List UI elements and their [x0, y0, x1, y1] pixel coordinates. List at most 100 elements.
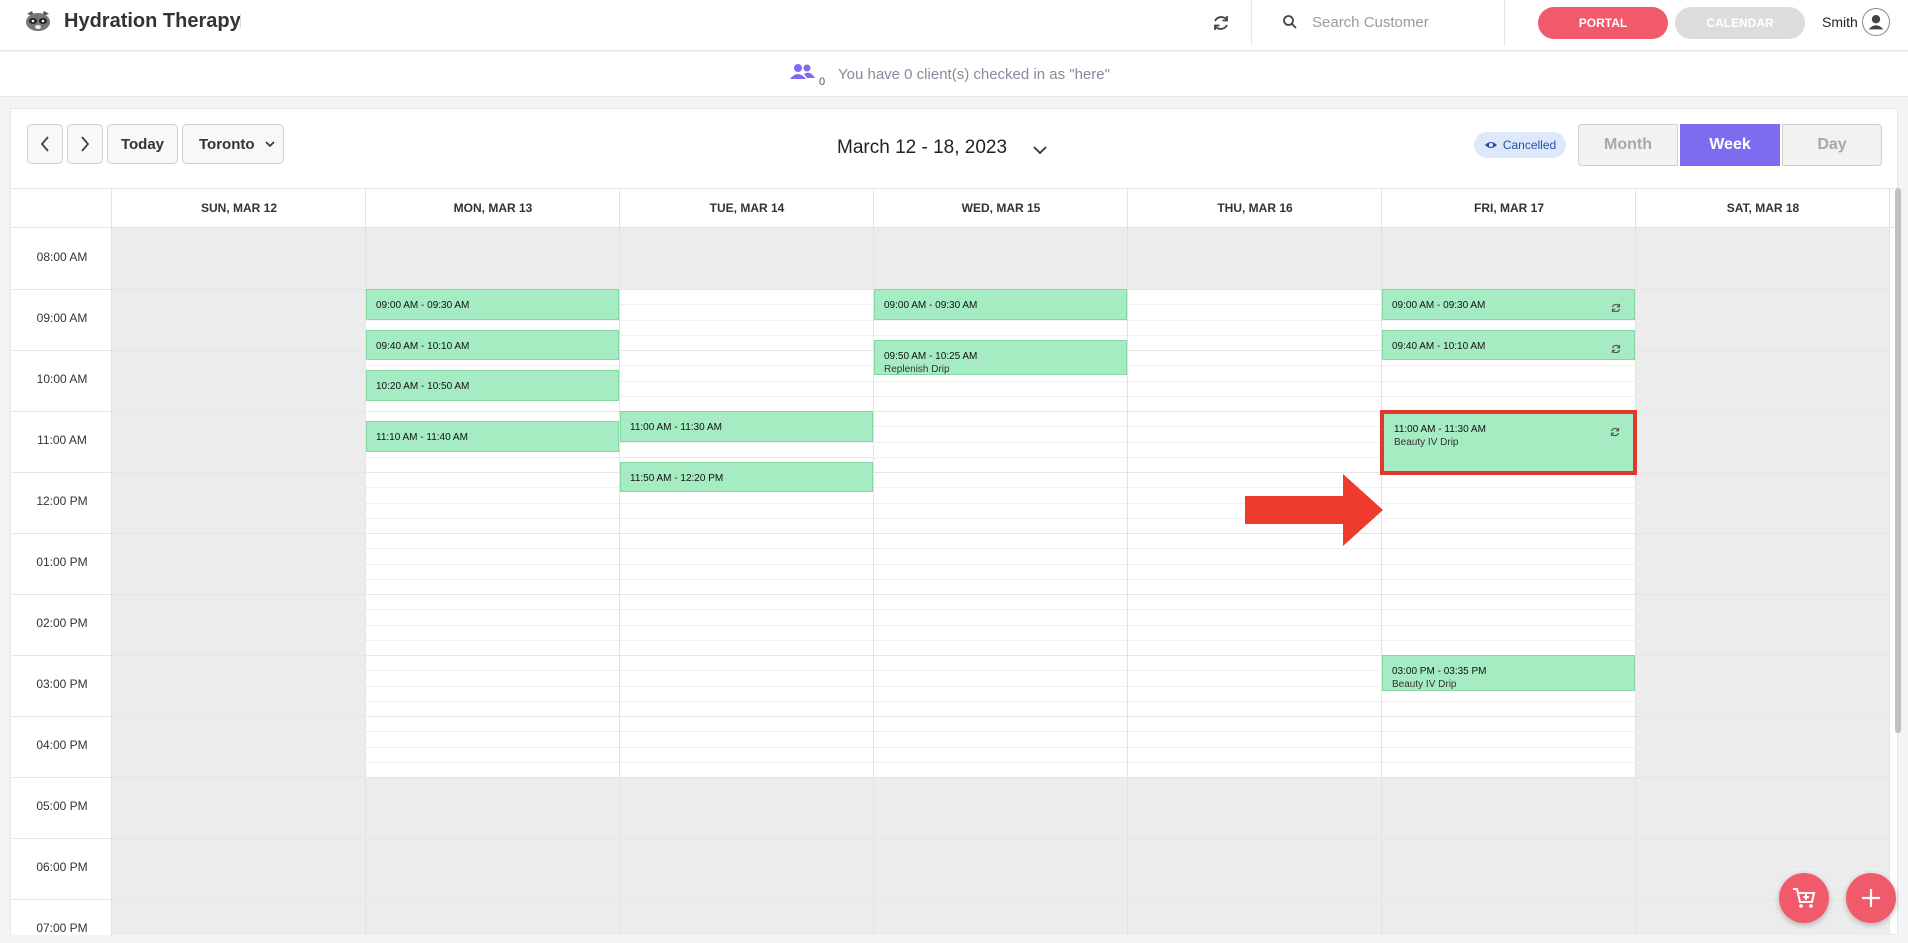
- slot-line: [1128, 442, 1381, 443]
- slot-line: [1128, 747, 1381, 748]
- slot-line: [620, 381, 873, 382]
- slot-line: [366, 686, 619, 687]
- appointment[interactable]: 09:40 AM - 10:10 AM: [1382, 329, 1635, 361]
- day-column[interactable]: [620, 228, 874, 935]
- today-button[interactable]: Today: [107, 124, 178, 164]
- slot-line: [112, 457, 365, 458]
- slot-line: [1128, 853, 1381, 854]
- portal-button[interactable]: PORTAL: [1538, 7, 1668, 39]
- slot-line: [1128, 777, 1381, 778]
- appointment[interactable]: 10:20 AM - 10:50 AM: [366, 370, 619, 401]
- add-to-cart-button[interactable]: [1779, 873, 1829, 923]
- date-range: March 12 - 18, 2023: [837, 137, 1008, 158]
- slot-line: [1382, 777, 1635, 778]
- slot-line: [620, 274, 873, 275]
- day-column[interactable]: [1128, 228, 1382, 935]
- appointment-time: 03:00 PM - 03:35 PM: [1392, 666, 1487, 677]
- appointment[interactable]: 09:00 AM - 09:30 AM: [366, 289, 619, 320]
- slot-line: [112, 747, 365, 748]
- slot-line: [1128, 426, 1381, 427]
- top-bar: Hydration Therapy PORTAL CALENDAR Smith: [0, 0, 1908, 51]
- appointment-time: 11:10 AM - 11:40 AM: [376, 432, 468, 444]
- slot-line: [1128, 731, 1381, 732]
- slot-line: [620, 533, 873, 534]
- slot-line: [874, 579, 1127, 580]
- slot-line: [1636, 625, 1889, 626]
- appointment-service: Replenish Drip: [884, 363, 950, 375]
- day-header: WED, MAR 15: [961, 201, 1041, 215]
- view-day-button[interactable]: Day: [1782, 124, 1882, 166]
- slot-line: [874, 259, 1127, 260]
- slot-line: [874, 625, 1127, 626]
- slot-line: [1636, 731, 1889, 732]
- slot-line: [366, 564, 619, 565]
- appointment[interactable]: 09:40 AM - 10:10 AM: [366, 329, 619, 361]
- slot-line: [874, 838, 1127, 839]
- slot-line: [1636, 320, 1889, 321]
- slot-line: [1636, 457, 1889, 458]
- slot-line: [620, 609, 873, 610]
- user-avatar-icon[interactable]: [1862, 8, 1890, 36]
- add-appointment-button[interactable]: [1846, 873, 1896, 923]
- cancelled-toggle[interactable]: Cancelled: [1474, 132, 1566, 158]
- slot-line: [1128, 335, 1381, 336]
- appointment[interactable]: 11:00 AM - 11:30 AM: [620, 411, 873, 442]
- slot-line: [1636, 594, 1889, 595]
- location-select[interactable]: Toronto: [182, 124, 284, 164]
- slot-line: [112, 869, 365, 870]
- divider: [1251, 0, 1252, 46]
- slot-line: [366, 594, 619, 595]
- slot-line: [874, 792, 1127, 793]
- next-week-button[interactable]: [67, 124, 103, 164]
- view-week-button[interactable]: Week: [1680, 124, 1780, 166]
- appointment[interactable]: 09:00 AM - 09:30 AM: [874, 289, 1127, 320]
- appointment[interactable]: 11:50 AM - 12:20 PM: [620, 461, 873, 493]
- prev-week-button[interactable]: [27, 124, 63, 164]
- appointment-time: 10:20 AM - 10:50 AM: [376, 381, 470, 393]
- day-column[interactable]: [1636, 228, 1890, 935]
- scrollbar[interactable]: [1895, 188, 1901, 733]
- day-column[interactable]: [112, 228, 366, 935]
- user-name[interactable]: Smith: [1822, 14, 1858, 30]
- appointment[interactable]: 09:50 AM - 10:25 AM Replenish Drip: [874, 339, 1127, 376]
- slot-line: [620, 289, 873, 290]
- chevron-down-icon[interactable]: [1032, 142, 1048, 158]
- selected-appointment[interactable]: 11:00 AM - 11:30 AMBeauty IV DripCustome…: [1380, 410, 1637, 475]
- slot-line: [112, 304, 365, 305]
- refresh-icon[interactable]: [1210, 12, 1232, 34]
- time-label: 05:00 PM: [36, 799, 88, 813]
- time-label: 03:00 PM: [36, 677, 88, 691]
- time-label: 07:00 PM: [36, 921, 88, 935]
- slot-line: [366, 777, 619, 778]
- appointment[interactable]: 09:00 AM - 09:30 AM: [1382, 289, 1635, 320]
- appointment-time: 09:00 AM - 09:30 AM: [376, 300, 470, 311]
- slot-line: [112, 777, 365, 778]
- search-customer-input[interactable]: [1312, 8, 1492, 36]
- hour-divider: [12, 289, 112, 290]
- day-column[interactable]: [874, 228, 1128, 935]
- slot-line: [1636, 335, 1889, 336]
- slot-line: [112, 823, 365, 824]
- slot-line: [366, 670, 619, 671]
- slot-line: [1382, 701, 1635, 702]
- calendar-button[interactable]: CALENDAR: [1675, 7, 1805, 39]
- slot-line: [1636, 655, 1889, 656]
- slot-line: [1636, 670, 1889, 671]
- slot-line: [874, 411, 1127, 412]
- slot-line: [1128, 625, 1381, 626]
- slot-line: [366, 548, 619, 549]
- slot-line: [874, 396, 1127, 397]
- slot-line: [366, 259, 619, 260]
- slot-line: [874, 594, 1127, 595]
- slot-line: [366, 411, 619, 412]
- slot-line: [1382, 579, 1635, 580]
- view-month-button[interactable]: Month: [1578, 124, 1678, 166]
- slot-line: [1636, 777, 1889, 778]
- slot-line: [1636, 823, 1889, 824]
- appointment[interactable]: 03:00 PM - 03:35 PM Beauty IV Drip: [1382, 655, 1635, 691]
- slot-line: [874, 686, 1127, 687]
- closed-hours-shade: [1128, 777, 1381, 935]
- slot-line: [1128, 274, 1381, 275]
- appointment[interactable]: 11:10 AM - 11:40 AM: [366, 421, 619, 452]
- slot-line: [1382, 518, 1635, 519]
